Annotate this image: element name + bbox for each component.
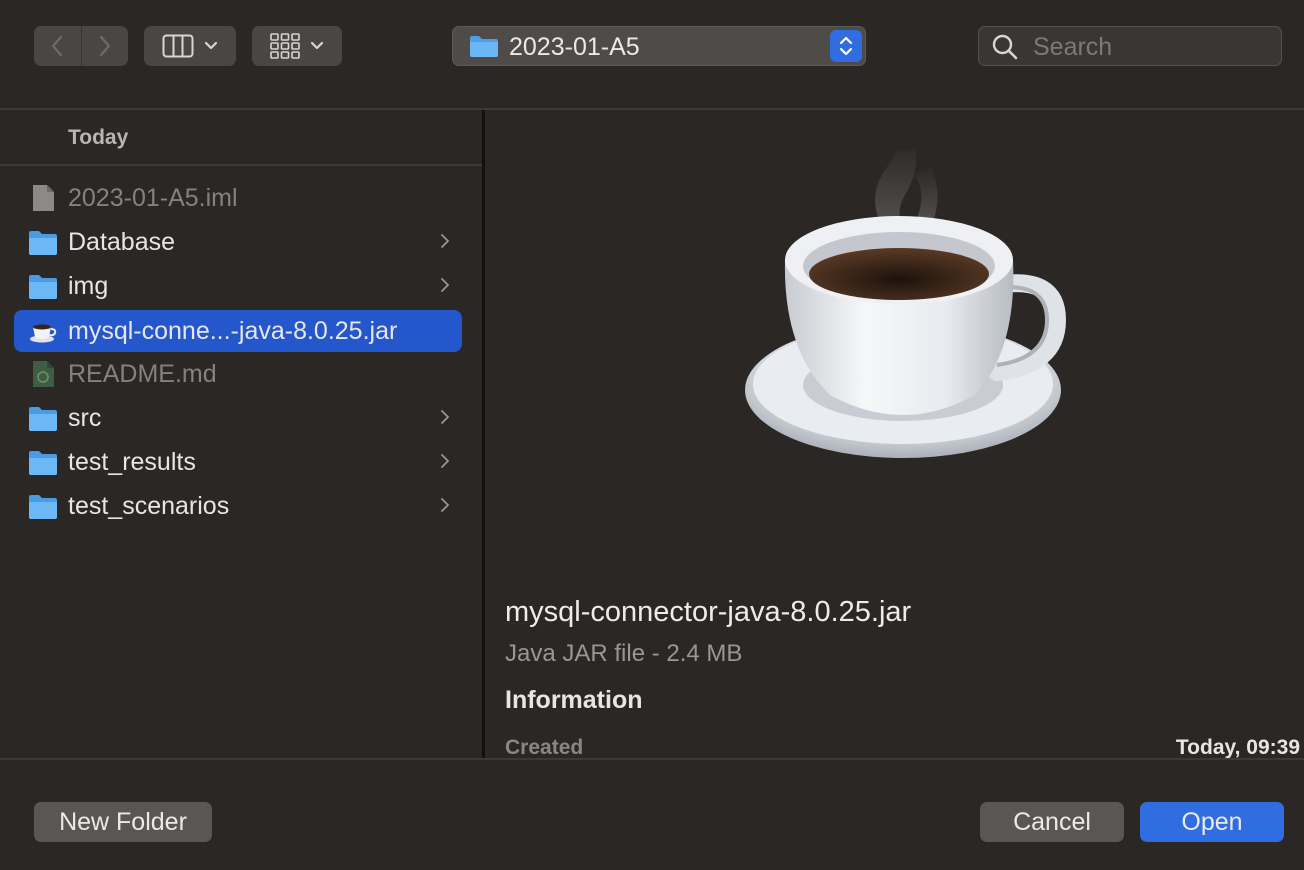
chevron-down-icon bbox=[310, 41, 324, 50]
list-item-database[interactable]: Database bbox=[14, 221, 462, 263]
list-item-label: src bbox=[68, 404, 102, 432]
list-item-test-scenarios[interactable]: test_scenarios bbox=[14, 485, 462, 527]
list-item-mysql-jar[interactable]: mysql-conne...-java-8.0.25.jar bbox=[14, 310, 462, 352]
list-item-iml-file[interactable]: 2023-01-A5.iml bbox=[14, 177, 462, 219]
list-item-readme[interactable]: README.md bbox=[14, 353, 462, 395]
chevron-left-icon bbox=[52, 35, 63, 57]
java-cup-preview-icon bbox=[745, 150, 1067, 458]
list-item-src[interactable]: src bbox=[14, 397, 462, 439]
location-stepper[interactable] bbox=[830, 30, 862, 62]
preview-file-name: mysql-connector-java-8.0.25.jar bbox=[505, 596, 912, 628]
markdown-file-icon bbox=[33, 361, 54, 387]
group-by-button[interactable] bbox=[252, 26, 342, 66]
folder-icon bbox=[29, 451, 57, 475]
preview-pane: mysql-connector-java-8.0.25.jar Java JAR… bbox=[485, 110, 1304, 759]
folder-icon bbox=[29, 231, 57, 255]
chevron-right-icon bbox=[441, 278, 450, 292]
document-icon bbox=[33, 185, 54, 211]
cancel-button[interactable]: Cancel bbox=[980, 802, 1124, 842]
toolbar: 2023-01-A5 bbox=[0, 0, 1304, 110]
folder-icon bbox=[29, 495, 57, 519]
list-item-label: Database bbox=[68, 228, 176, 256]
dialog-footer: New Folder Cancel Open bbox=[0, 758, 1304, 870]
list-item-label: img bbox=[68, 272, 109, 300]
list-item-label: 2023-01-A5.iml bbox=[68, 184, 238, 212]
grid-icon bbox=[270, 33, 300, 59]
chevron-right-icon bbox=[99, 35, 110, 57]
search-field[interactable] bbox=[978, 26, 1282, 66]
list-item-test-results[interactable]: test_results bbox=[14, 441, 462, 483]
list-item-label: README.md bbox=[68, 360, 217, 388]
location-label: 2023-01-A5 bbox=[509, 33, 640, 61]
list-item-label: mysql-conne...-java-8.0.25.jar bbox=[68, 317, 398, 345]
chevron-right-icon bbox=[441, 498, 450, 512]
open-button[interactable]: Open bbox=[1140, 802, 1284, 842]
location-popup[interactable]: 2023-01-A5 bbox=[452, 26, 866, 66]
folder-icon bbox=[470, 36, 498, 57]
list-item-img[interactable]: img bbox=[14, 265, 462, 307]
section-divider bbox=[0, 164, 482, 166]
preview-file-kind: Java JAR file - 2.4 MB bbox=[505, 640, 743, 667]
new-folder-button[interactable]: New Folder bbox=[34, 802, 212, 842]
folder-icon bbox=[29, 275, 57, 299]
search-input[interactable] bbox=[1031, 31, 1275, 63]
up-down-chevron-icon bbox=[839, 36, 853, 56]
list-item-label: test_scenarios bbox=[68, 492, 230, 520]
section-header: Today bbox=[68, 126, 129, 149]
back-button[interactable] bbox=[34, 26, 81, 66]
created-value: Today, 09:39 bbox=[1175, 736, 1300, 759]
search-icon bbox=[992, 34, 1018, 60]
columns-view-icon bbox=[162, 34, 194, 58]
created-label: Created bbox=[505, 736, 584, 759]
navigation-buttons bbox=[34, 26, 128, 66]
forward-button[interactable] bbox=[80, 26, 129, 66]
information-header: Information bbox=[505, 686, 643, 714]
folder-icon bbox=[29, 407, 57, 431]
view-mode-button[interactable] bbox=[144, 26, 236, 66]
chevron-down-icon bbox=[204, 41, 218, 50]
chevron-right-icon bbox=[441, 234, 450, 248]
chevron-right-icon bbox=[441, 454, 450, 468]
java-cup-icon bbox=[30, 324, 57, 343]
chevron-right-icon bbox=[441, 410, 450, 424]
list-item-label: test_results bbox=[68, 448, 196, 476]
